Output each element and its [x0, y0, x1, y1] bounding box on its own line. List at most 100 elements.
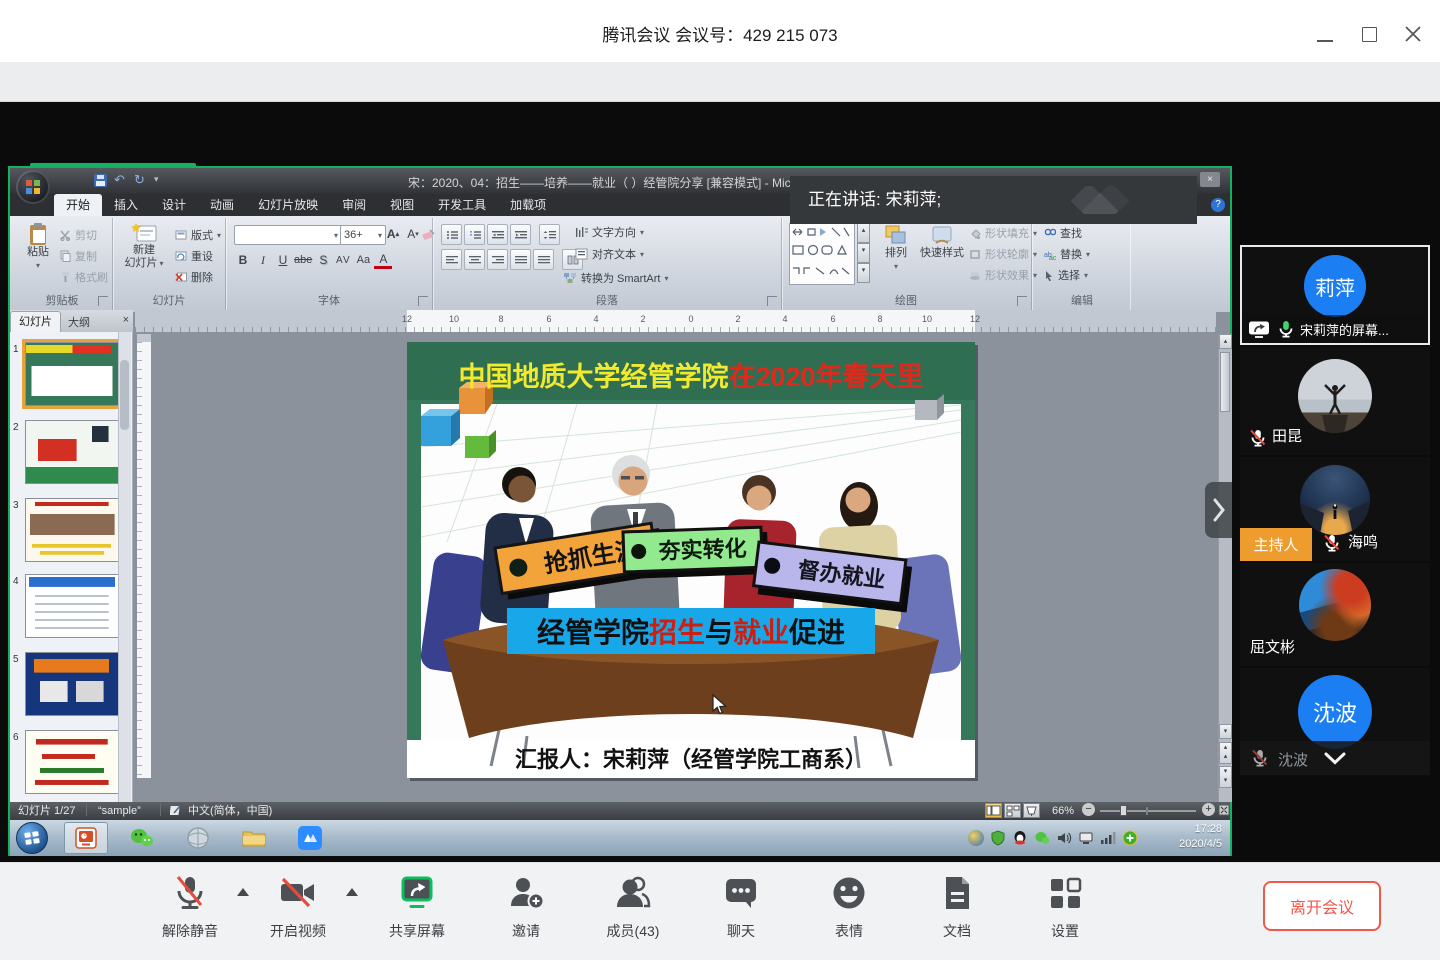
tile-label-bar: 沈波 — [1240, 741, 1430, 775]
screen-share-icon — [1248, 320, 1270, 338]
spellcheck-icon — [170, 804, 182, 818]
new-slide-button: 新建 幻灯片▾ — [119, 222, 169, 270]
slide-banner: 经管学院招生与就业促进 — [507, 608, 875, 654]
participant-tile-tiankun[interactable]: 田昆 — [1240, 347, 1430, 455]
ppt-tab-review: 审阅 — [330, 194, 378, 216]
invite-button[interactable]: 邀请 — [471, 874, 581, 941]
avatar — [1299, 569, 1371, 641]
share-screen-button[interactable]: 共享屏幕 — [362, 874, 472, 941]
bold-button: B — [234, 251, 252, 269]
chat-icon — [722, 874, 760, 912]
mouse-cursor — [712, 694, 728, 716]
clock-time: 17:28 — [1152, 822, 1222, 837]
thumb-number: 4 — [13, 576, 19, 587]
tray-icon-gold — [968, 830, 984, 846]
shapes-scrollbar: ▴ ▾ ▾ — [857, 223, 870, 283]
zoom-slider-thumb — [1120, 805, 1127, 816]
numbering-button — [464, 224, 485, 245]
slide-thumbnail-6 — [25, 730, 119, 794]
slide-thumbnail-3 — [25, 498, 119, 562]
unmute-label: 解除静音 — [162, 921, 218, 941]
start-video-label: 开启视频 — [270, 921, 326, 941]
delete-icon — [175, 272, 187, 282]
participant-tile-quwenbin[interactable]: 屈文彬 — [1240, 563, 1430, 666]
share-screen-icon — [397, 874, 437, 912]
tray-network-icon — [1078, 830, 1094, 846]
slide-thumbnail-2 — [25, 420, 119, 484]
reset-button: 重设 — [175, 247, 213, 265]
tencent-meeting-window: 腾讯会议 会议号：429 215 073 02:32:56 — [0, 0, 1440, 960]
avatar-photo-figure — [1298, 359, 1372, 433]
thumb-number: 2 — [13, 422, 19, 433]
minimize-icon[interactable] — [1317, 40, 1333, 42]
scroll-down-icon: ▾ — [1219, 724, 1232, 739]
participant-tile-songliping[interactable]: 莉萍 宋莉萍的屏幕... — [1240, 245, 1430, 345]
avatar — [1300, 465, 1370, 535]
font-size-combo: 36+▾ — [340, 225, 386, 245]
slideshow-view-button — [1023, 803, 1040, 818]
camera-options-arrow[interactable] — [346, 888, 358, 896]
select-button: 选择▾ — [1044, 266, 1088, 284]
members-label: 成员(43) — [607, 921, 660, 941]
members-button[interactable]: 成员(43) — [578, 874, 688, 941]
zoom-out-icon: − — [1082, 803, 1095, 816]
host-badge: 主持人 — [1240, 528, 1312, 561]
ribbon-group-editing: 查找 abac 替换▾ 选择▾ 编辑 — [1034, 218, 1130, 310]
shape-outline-button: 形状轮廓▾ — [969, 245, 1037, 263]
shapes-scroll-down-icon: ▾ — [857, 243, 870, 263]
undo-icon: ↶ — [114, 172, 125, 188]
new-slide-icon — [131, 222, 157, 244]
docs-button[interactable]: 文档 — [902, 874, 1012, 941]
slide-scrollbar: ▴ ▾ ▴▴ ▾▾ — [1218, 334, 1232, 802]
settings-button[interactable]: 设置 — [1010, 874, 1120, 941]
text-direction-button: 文字方向▾ — [575, 223, 644, 241]
start-video-button[interactable]: 开启视频 — [243, 874, 353, 941]
shape-effects-button: 形状效果▾ — [969, 266, 1037, 284]
taskbar-powerpoint-icon — [64, 822, 108, 854]
fit-to-window-icon — [1218, 804, 1230, 818]
emoji-button[interactable]: 表情 — [794, 874, 904, 941]
qat-dropdown-icon: ▾ — [154, 174, 159, 185]
mic-muted-icon — [1250, 748, 1270, 768]
shrink-font-button: A▾ — [404, 225, 422, 243]
find-icon — [1044, 228, 1056, 239]
ppt-tab-view: 视图 — [378, 194, 426, 216]
text-direction-icon — [575, 226, 588, 238]
close-icon[interactable] — [1405, 26, 1421, 42]
taskbar-wechat-icon — [120, 822, 164, 854]
line-spacing-button — [539, 224, 560, 245]
save-icon — [94, 174, 107, 187]
ppt-tab-developer: 开发工具 — [426, 194, 498, 216]
slides-group-label: 幻灯片 — [113, 292, 225, 308]
unmute-button[interactable]: 解除静音 — [135, 874, 245, 941]
shape-fill-button: 形状填充▾ — [969, 224, 1037, 242]
chevron-down-icon[interactable] — [1322, 751, 1348, 766]
taskbar-meeting-icon — [288, 822, 332, 854]
maximize-icon[interactable] — [1362, 27, 1377, 42]
status-language: 中文(简体，中国) — [188, 804, 272, 818]
align-right-button — [487, 249, 508, 270]
participant-name: 海鸣 — [1348, 531, 1378, 552]
tray-shield-icon — [990, 830, 1006, 846]
character-spacing-button: AV — [334, 251, 352, 269]
leave-meeting-button[interactable]: 离开会议 — [1263, 881, 1381, 931]
ppt-tab-home: 开始 — [54, 194, 102, 216]
invite-label: 邀请 — [512, 921, 540, 941]
drawing-group-label: 绘图 — [781, 292, 1031, 308]
thumb-number: 1 — [13, 344, 19, 355]
video-panel-expand-button[interactable] — [1205, 482, 1232, 538]
ribbon-group-paragraph: 文字方向▾ 对齐文本▾ 转换为 SmartArt▾ 段落 — [433, 218, 782, 310]
participant-tile-haiming[interactable]: 主持人 海鸣 — [1240, 457, 1430, 561]
docs-label: 文档 — [943, 921, 971, 941]
participant-tile-shenbo[interactable]: 沈波 沈波 — [1240, 668, 1430, 775]
svg-text:经管学院招生与就业促进: 经管学院招生与就业促进 — [537, 616, 845, 648]
chat-button[interactable]: 聊天 — [686, 874, 796, 941]
ruler-number: 10 — [447, 314, 461, 324]
reset-icon — [175, 251, 187, 261]
windows-taskbar: 17:28 2020/4/5 — [10, 820, 1230, 856]
taskbar-folder-icon — [232, 822, 276, 854]
ribbon-group-font: ▾ 36+▾ A▴ A▾ B I U abe S AV Aa A — [226, 218, 433, 310]
meeting-logo-watermark — [1070, 186, 1150, 214]
panel-tab-slides: 幻灯片 — [10, 311, 61, 332]
change-case-button: Aa — [354, 251, 372, 269]
